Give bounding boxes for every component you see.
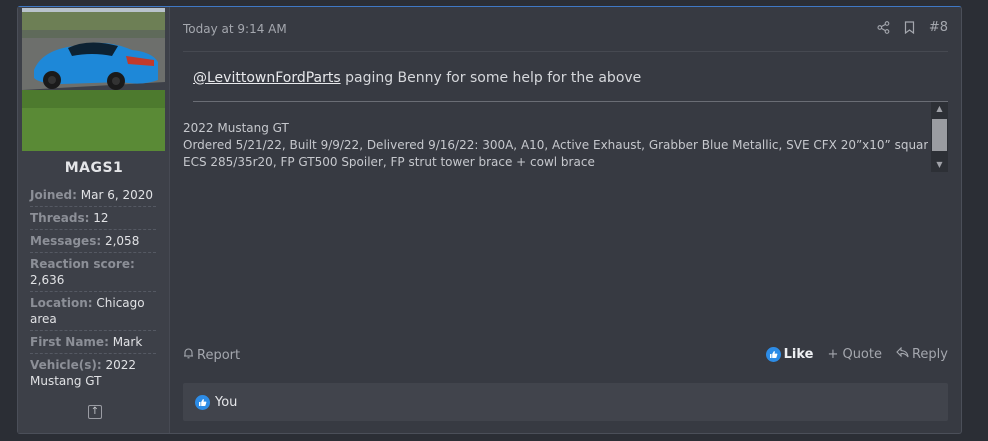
reply-button[interactable]: Reply (896, 346, 948, 362)
share-icon[interactable] (877, 21, 890, 34)
stat-first-name: First Name: Mark (30, 331, 156, 354)
stat-reaction-score: Reaction score: 2,636 (30, 253, 156, 292)
header-divider (183, 51, 948, 52)
stat-joined: Joined: Mar 6, 2020 (30, 184, 156, 207)
stat-threads: Threads: 12 (30, 207, 156, 230)
post-actions-right: Like + Quote Reply (765, 346, 948, 362)
message-text: paging Benny for some help for the above (340, 70, 642, 86)
stat-key: Threads: (30, 211, 90, 225)
bell-icon (183, 347, 194, 363)
quote-label: + Quote (827, 347, 882, 362)
reactions-text[interactable]: You (215, 395, 237, 410)
post-number-link[interactable]: #8 (929, 20, 948, 35)
stat-key: First Name: (30, 335, 109, 349)
signature-line-vehicle: 2022 Mustang GT (183, 121, 289, 135)
user-info-column: MAGS1 Joined: Mar 6, 2020 Threads: 12 Me… (18, 7, 170, 433)
avatar[interactable] (22, 8, 165, 151)
thumbs-up-icon (765, 347, 781, 362)
scroll-to-top-button[interactable]: ↑ (88, 405, 102, 419)
post-meta-actions: #8 (877, 20, 948, 35)
user-mention-link[interactable]: @LevittownFordParts (193, 70, 341, 86)
stat-messages: Messages: 2,058 (30, 230, 156, 253)
username[interactable]: MAGS1 (18, 160, 170, 176)
stat-key: Location: (30, 296, 93, 310)
reply-label: Reply (911, 347, 948, 362)
signature-line-build: Ordered 5/21/22, Built 9/9/22, Delivered… (183, 138, 928, 152)
reply-icon (896, 346, 909, 362)
stat-location: Location: Chicago area (30, 292, 156, 331)
stat-key: Messages: (30, 234, 102, 248)
reactions-bar[interactable]: You (183, 383, 948, 421)
stat-key: Joined: (30, 188, 77, 202)
post-container: MAGS1 Joined: Mar 6, 2020 Threads: 12 Me… (17, 6, 962, 434)
stat-key: Reaction score: (30, 257, 135, 271)
signature-line-mods: ECS 285/35r20, FP GT500 Spoiler, FP stru… (183, 155, 595, 168)
like-button[interactable]: Like (765, 347, 814, 362)
bookmark-icon[interactable] (904, 21, 915, 34)
stat-vehicles: Vehicle(s): 2022 Mustang GT (30, 354, 156, 392)
arrow-up-icon: ↑ (90, 406, 100, 417)
signature-scrollbar[interactable]: ▲ ▼ (931, 102, 948, 172)
signature-box: 2022 Mustang GT Ordered 5/21/22, Built 9… (183, 102, 948, 172)
stat-value: Mar 6, 2020 (80, 188, 153, 202)
report-button[interactable]: Report (183, 347, 240, 363)
like-label: Like (783, 347, 814, 362)
thumbs-up-icon (195, 394, 210, 410)
post-main: Today at 9:14 AM #8 @LevittownFordParts … (183, 7, 948, 433)
scroll-down-arrow-icon[interactable]: ▼ (931, 158, 948, 172)
user-stats: Joined: Mar 6, 2020 Threads: 12 Messages… (30, 184, 156, 392)
stat-value: 2,636 (30, 273, 65, 287)
stat-value: 2,058 (104, 234, 140, 248)
stat-value: Mark (112, 335, 143, 349)
report-label: Report (197, 347, 241, 363)
signature-content: 2022 Mustang GT Ordered 5/21/22, Built 9… (183, 120, 928, 168)
scrollbar-thumb[interactable] (932, 119, 947, 151)
post-message: @LevittownFordParts paging Benny for som… (193, 70, 641, 86)
post-actions: Report Like + Quote Reply (183, 346, 948, 367)
avatar-image (22, 8, 165, 151)
post-timestamp[interactable]: Today at 9:14 AM (183, 22, 287, 36)
scroll-up-arrow-icon[interactable]: ▲ (931, 102, 948, 116)
stat-key: Vehicle(s): (30, 358, 102, 372)
quote-button[interactable]: + Quote (827, 347, 882, 362)
stat-value: 12 (93, 211, 109, 225)
